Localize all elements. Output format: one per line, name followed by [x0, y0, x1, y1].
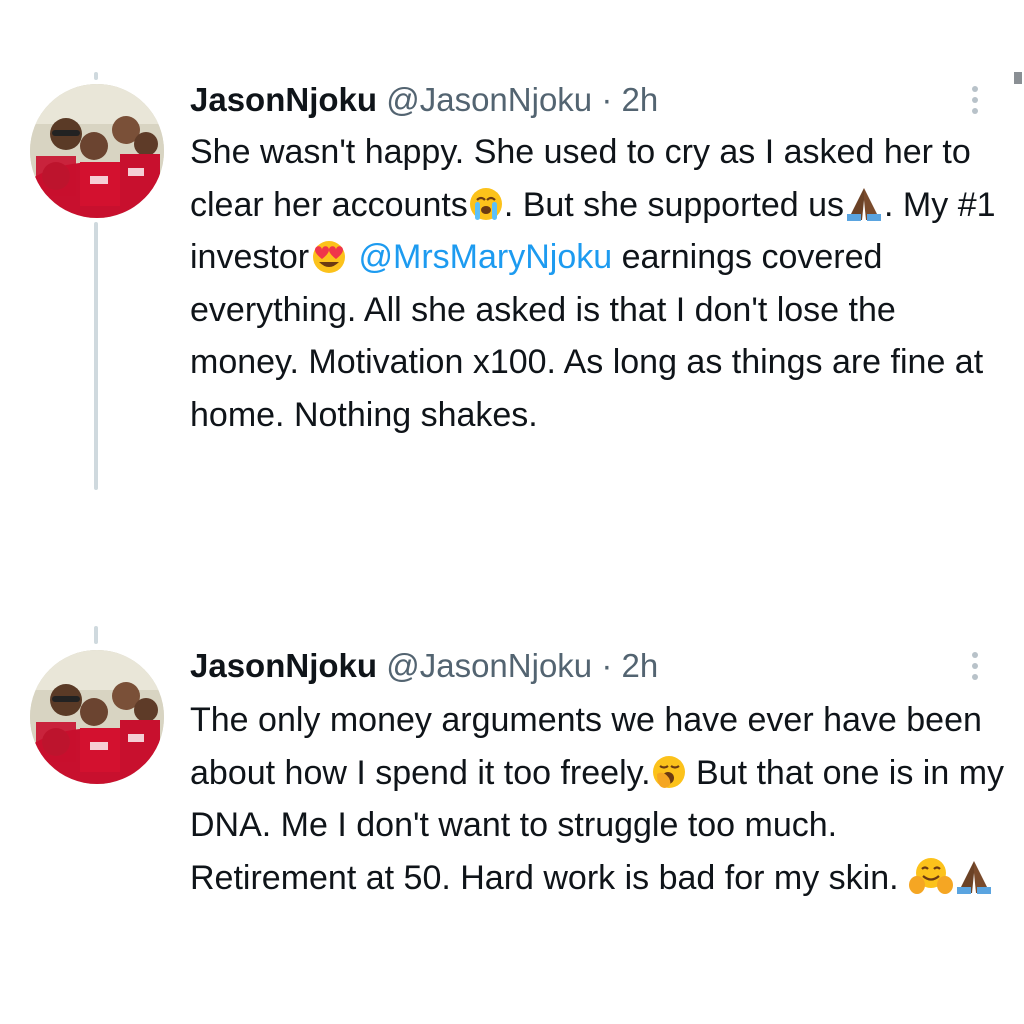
separator: ·: [601, 647, 613, 684]
thread-line-connector: [94, 222, 98, 490]
folded-hands-icon: [954, 859, 994, 895]
tweet-header: JasonNjoku @JasonNjoku · 2h: [190, 646, 658, 686]
more-vertical-icon[interactable]: [962, 646, 988, 686]
yawning-face-icon: [651, 754, 687, 790]
handle[interactable]: @JasonNjoku: [386, 81, 592, 118]
tweet-text: The only money arguments we have ever ha…: [190, 694, 1010, 904]
thread-line-top: [94, 72, 98, 80]
hugging-face-icon: [908, 857, 954, 895]
tweet-text-part: . But she supported us: [503, 185, 845, 224]
scrollbar-edge: [1014, 72, 1022, 84]
more-vertical-icon[interactable]: [962, 80, 988, 120]
mention-link[interactable]: @MrsMaryNjoku: [359, 238, 613, 276]
handle[interactable]: @JasonNjoku: [386, 647, 592, 684]
avatar[interactable]: [30, 650, 164, 784]
display-name[interactable]: JasonNjoku: [190, 647, 377, 684]
thread-line-connector-2: [94, 626, 98, 644]
folded-hands-icon: [844, 186, 884, 222]
loudly-crying-face-icon: [468, 186, 504, 222]
timestamp[interactable]: 2h: [622, 647, 659, 684]
avatar[interactable]: [30, 84, 164, 218]
display-name[interactable]: JasonNjoku: [190, 81, 377, 118]
heart-eyes-icon: [309, 238, 349, 274]
separator: ·: [601, 81, 613, 118]
tweet-text: She wasn't happy. She used to cry as I a…: [190, 126, 1010, 441]
timestamp[interactable]: 2h: [622, 81, 659, 118]
tweet-header: JasonNjoku @JasonNjoku · 2h: [190, 80, 658, 120]
